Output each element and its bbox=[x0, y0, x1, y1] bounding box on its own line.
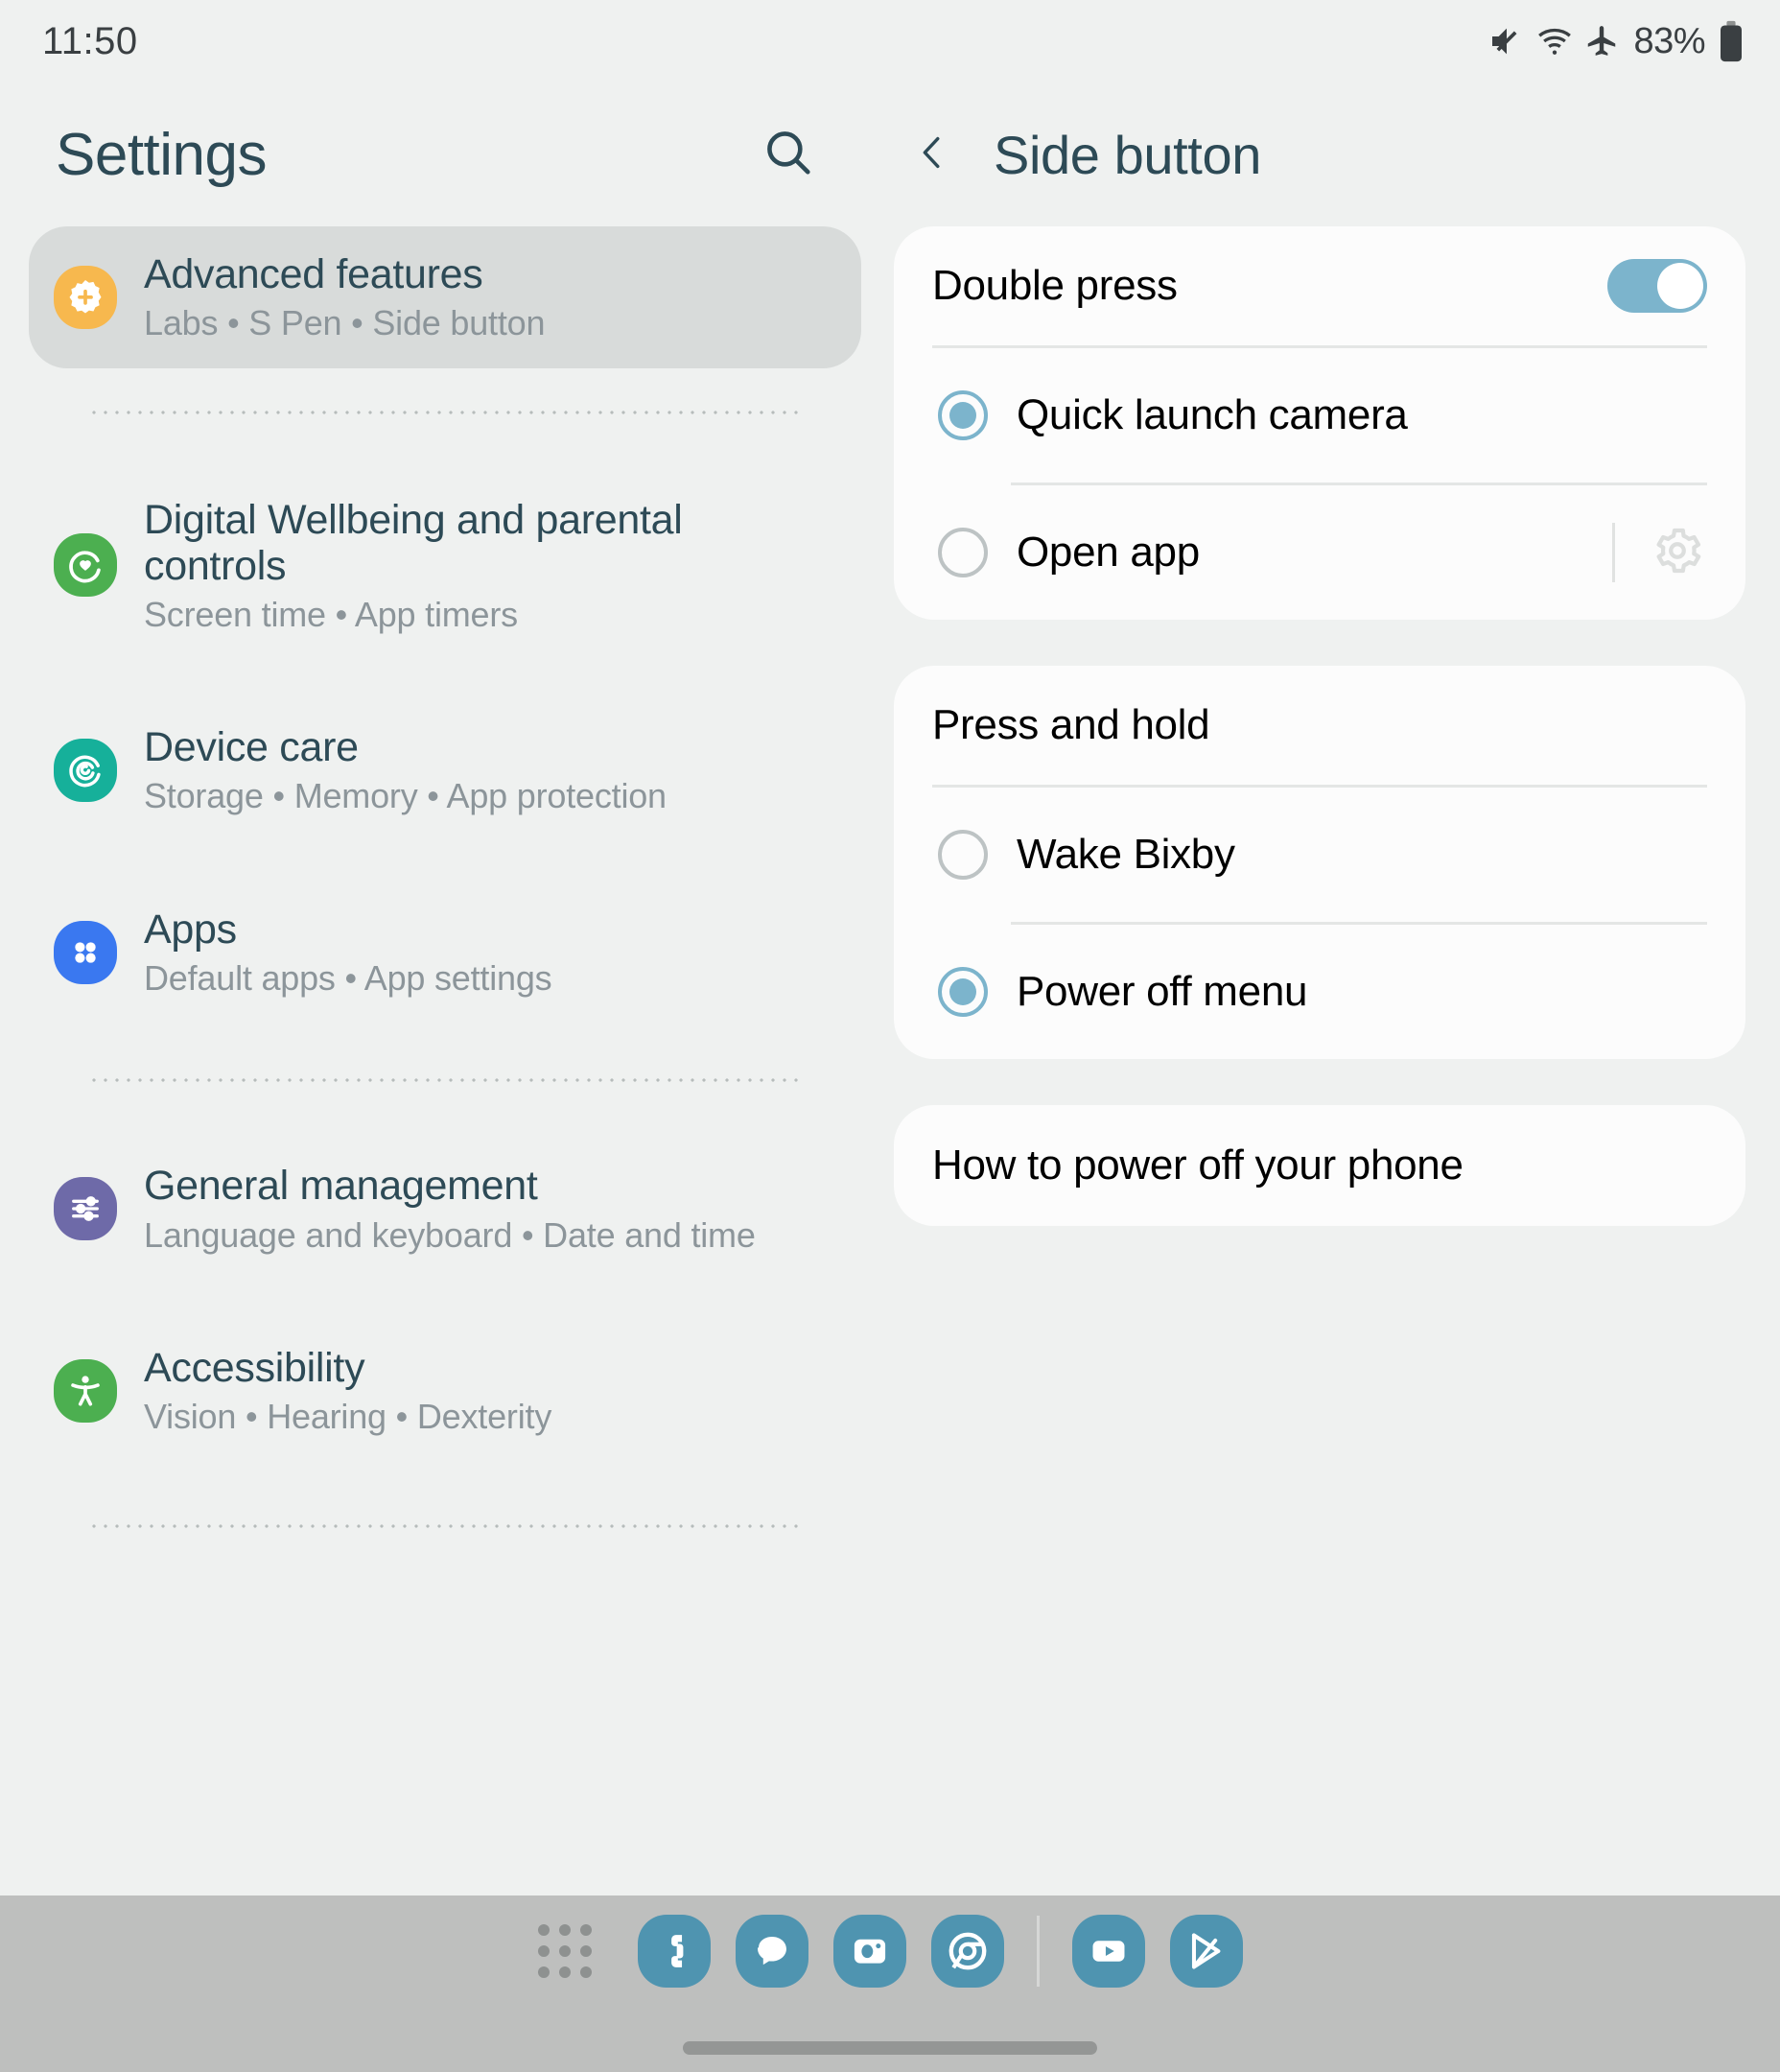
sidebar-item-apps[interactable]: Apps Default apps • App settings bbox=[29, 882, 861, 1024]
back-button[interactable] bbox=[903, 126, 961, 183]
app-grid-icon[interactable] bbox=[537, 1924, 592, 1978]
sidebar-item-advanced-features[interactable]: Advanced features Labs • S Pen • Side bu… bbox=[29, 226, 861, 368]
back-chevron-icon bbox=[910, 130, 954, 179]
radio-quick-launch-camera[interactable] bbox=[938, 390, 988, 440]
option-open-app[interactable]: Open app bbox=[894, 485, 1745, 620]
sidebar-item-summary: Language and keyboard • Date and time bbox=[144, 1214, 756, 1255]
double-press-row[interactable]: Double press bbox=[894, 226, 1745, 345]
press-and-hold-card: Press and hold Wake Bixby Power off menu bbox=[894, 666, 1745, 1059]
sidebar-item-device-care[interactable]: Device care Storage • Memory • App prote… bbox=[29, 699, 861, 841]
sidebar-item-label: Digital Wellbeing and parental controls bbox=[144, 496, 683, 589]
sidebar-item-digital-wellbeing[interactable]: Digital Wellbeing and parental controls … bbox=[29, 472, 861, 660]
how-to-power-off-row[interactable]: How to power off your phone bbox=[894, 1105, 1745, 1226]
sidebar-divider-2 bbox=[88, 1078, 804, 1083]
open-app-settings-button[interactable] bbox=[1648, 523, 1707, 582]
press-and-hold-label: Press and hold bbox=[932, 701, 1210, 748]
option-label: Open app bbox=[1017, 529, 1200, 576]
press-and-hold-header: Press and hold bbox=[894, 666, 1745, 785]
option-quick-launch-camera[interactable]: Quick launch camera bbox=[894, 348, 1745, 483]
sidebar-item-general-management[interactable]: General management Language and keyboard… bbox=[29, 1138, 861, 1280]
radio-power-off-menu[interactable] bbox=[938, 967, 988, 1017]
sidebar-item-text: Device care Storage • Memory • App prote… bbox=[144, 724, 832, 816]
battery-percent-label: 83% bbox=[1633, 20, 1705, 61]
toggle-knob bbox=[1657, 263, 1703, 309]
vertical-divider bbox=[1612, 523, 1615, 582]
sidebar-item-text: Apps Default apps • App settings bbox=[144, 906, 832, 999]
sidebar-item-text: Advanced features Labs • S Pen • Side bu… bbox=[144, 251, 832, 343]
open-app-trailing bbox=[1612, 523, 1707, 582]
double-press-label: Double press bbox=[932, 262, 1178, 309]
taskbar bbox=[0, 1895, 1780, 2072]
page-title: Settings bbox=[56, 121, 268, 188]
wifi-icon bbox=[1535, 22, 1574, 60]
side-button-detail-pane: Side button Double press Quick launch ca… bbox=[890, 82, 1780, 1895]
advanced-features-icon bbox=[54, 265, 117, 329]
double-press-toggle[interactable] bbox=[1607, 259, 1707, 313]
option-power-off-menu[interactable]: Power off menu bbox=[894, 925, 1745, 1059]
sidebar-item-text: General management Language and keyboard… bbox=[144, 1163, 832, 1255]
sidebar-item-summary: Screen time • App timers bbox=[144, 594, 518, 634]
airplane-mode-icon bbox=[1583, 23, 1620, 59]
sidebar-item-text: Digital Wellbeing and parental controls … bbox=[144, 497, 832, 635]
chrome-icon[interactable] bbox=[930, 1915, 1004, 1988]
status-bar: 11:50 83% bbox=[0, 0, 1780, 82]
sidebar-item-summary: Storage • Memory • App protection bbox=[144, 776, 667, 816]
sidebar-item-label: Device care bbox=[144, 724, 359, 771]
settings-sidebar: Settings Advanced features Labs • S Pen … bbox=[0, 82, 890, 1895]
sidebar-nav-list: Advanced features Labs • S Pen • Side bu… bbox=[0, 226, 890, 1529]
apps-icon bbox=[54, 920, 117, 984]
sidebar-item-summary: Vision • Hearing • Dexterity bbox=[144, 1397, 552, 1437]
sidebar-divider-1 bbox=[88, 410, 804, 414]
status-indicators: 83% bbox=[1487, 20, 1744, 62]
sidebar-item-label: General management bbox=[144, 1163, 538, 1210]
device-care-icon bbox=[54, 739, 117, 803]
taskbar-divider bbox=[1036, 1916, 1040, 1987]
messages-icon[interactable] bbox=[735, 1915, 808, 1988]
option-wake-bixby[interactable]: Wake Bixby bbox=[894, 788, 1745, 922]
detail-title: Side button bbox=[994, 124, 1261, 185]
sidebar-item-label: Apps bbox=[144, 906, 237, 953]
sidebar-header: Settings bbox=[0, 82, 890, 226]
option-label: Quick launch camera bbox=[1017, 391, 1408, 438]
status-time: 11:50 bbox=[42, 19, 138, 62]
double-press-card: Double press Quick launch camera Open ap… bbox=[894, 226, 1745, 620]
camera-icon[interactable] bbox=[832, 1915, 906, 1988]
search-icon bbox=[761, 125, 816, 185]
general-management-icon bbox=[54, 1177, 117, 1241]
mute-icon bbox=[1487, 22, 1526, 60]
gear-icon bbox=[1651, 524, 1704, 582]
settings-split-layout: Settings Advanced features Labs • S Pen … bbox=[0, 82, 1780, 1895]
battery-icon bbox=[1719, 20, 1744, 62]
how-to-power-off-label: How to power off your phone bbox=[932, 1142, 1464, 1189]
digital-wellbeing-icon bbox=[54, 533, 117, 598]
sidebar-item-summary: Labs • S Pen • Side button bbox=[144, 303, 546, 343]
phone-icon[interactable] bbox=[637, 1915, 711, 1988]
sidebar-item-label: Accessibility bbox=[144, 1344, 365, 1391]
search-button[interactable] bbox=[754, 120, 823, 189]
option-label: Power off menu bbox=[1017, 968, 1308, 1015]
accessibility-icon bbox=[54, 1358, 117, 1423]
sidebar-item-text: Accessibility Vision • Hearing • Dexteri… bbox=[144, 1345, 832, 1437]
sidebar-item-label: Advanced features bbox=[144, 251, 483, 297]
radio-open-app[interactable] bbox=[938, 528, 988, 577]
taskbar-items bbox=[537, 1915, 1243, 1988]
play-store-icon[interactable] bbox=[1169, 1915, 1243, 1988]
sidebar-item-accessibility[interactable]: Accessibility Vision • Hearing • Dexteri… bbox=[29, 1320, 861, 1462]
detail-header: Side button bbox=[894, 82, 1745, 226]
sidebar-item-summary: Default apps • App settings bbox=[144, 957, 552, 998]
radio-wake-bixby[interactable] bbox=[938, 830, 988, 880]
help-card[interactable]: How to power off your phone bbox=[894, 1105, 1745, 1226]
youtube-icon[interactable] bbox=[1071, 1915, 1145, 1988]
home-indicator[interactable] bbox=[683, 2041, 1097, 2055]
sidebar-divider-3 bbox=[88, 1524, 804, 1529]
option-label: Wake Bixby bbox=[1017, 831, 1235, 878]
